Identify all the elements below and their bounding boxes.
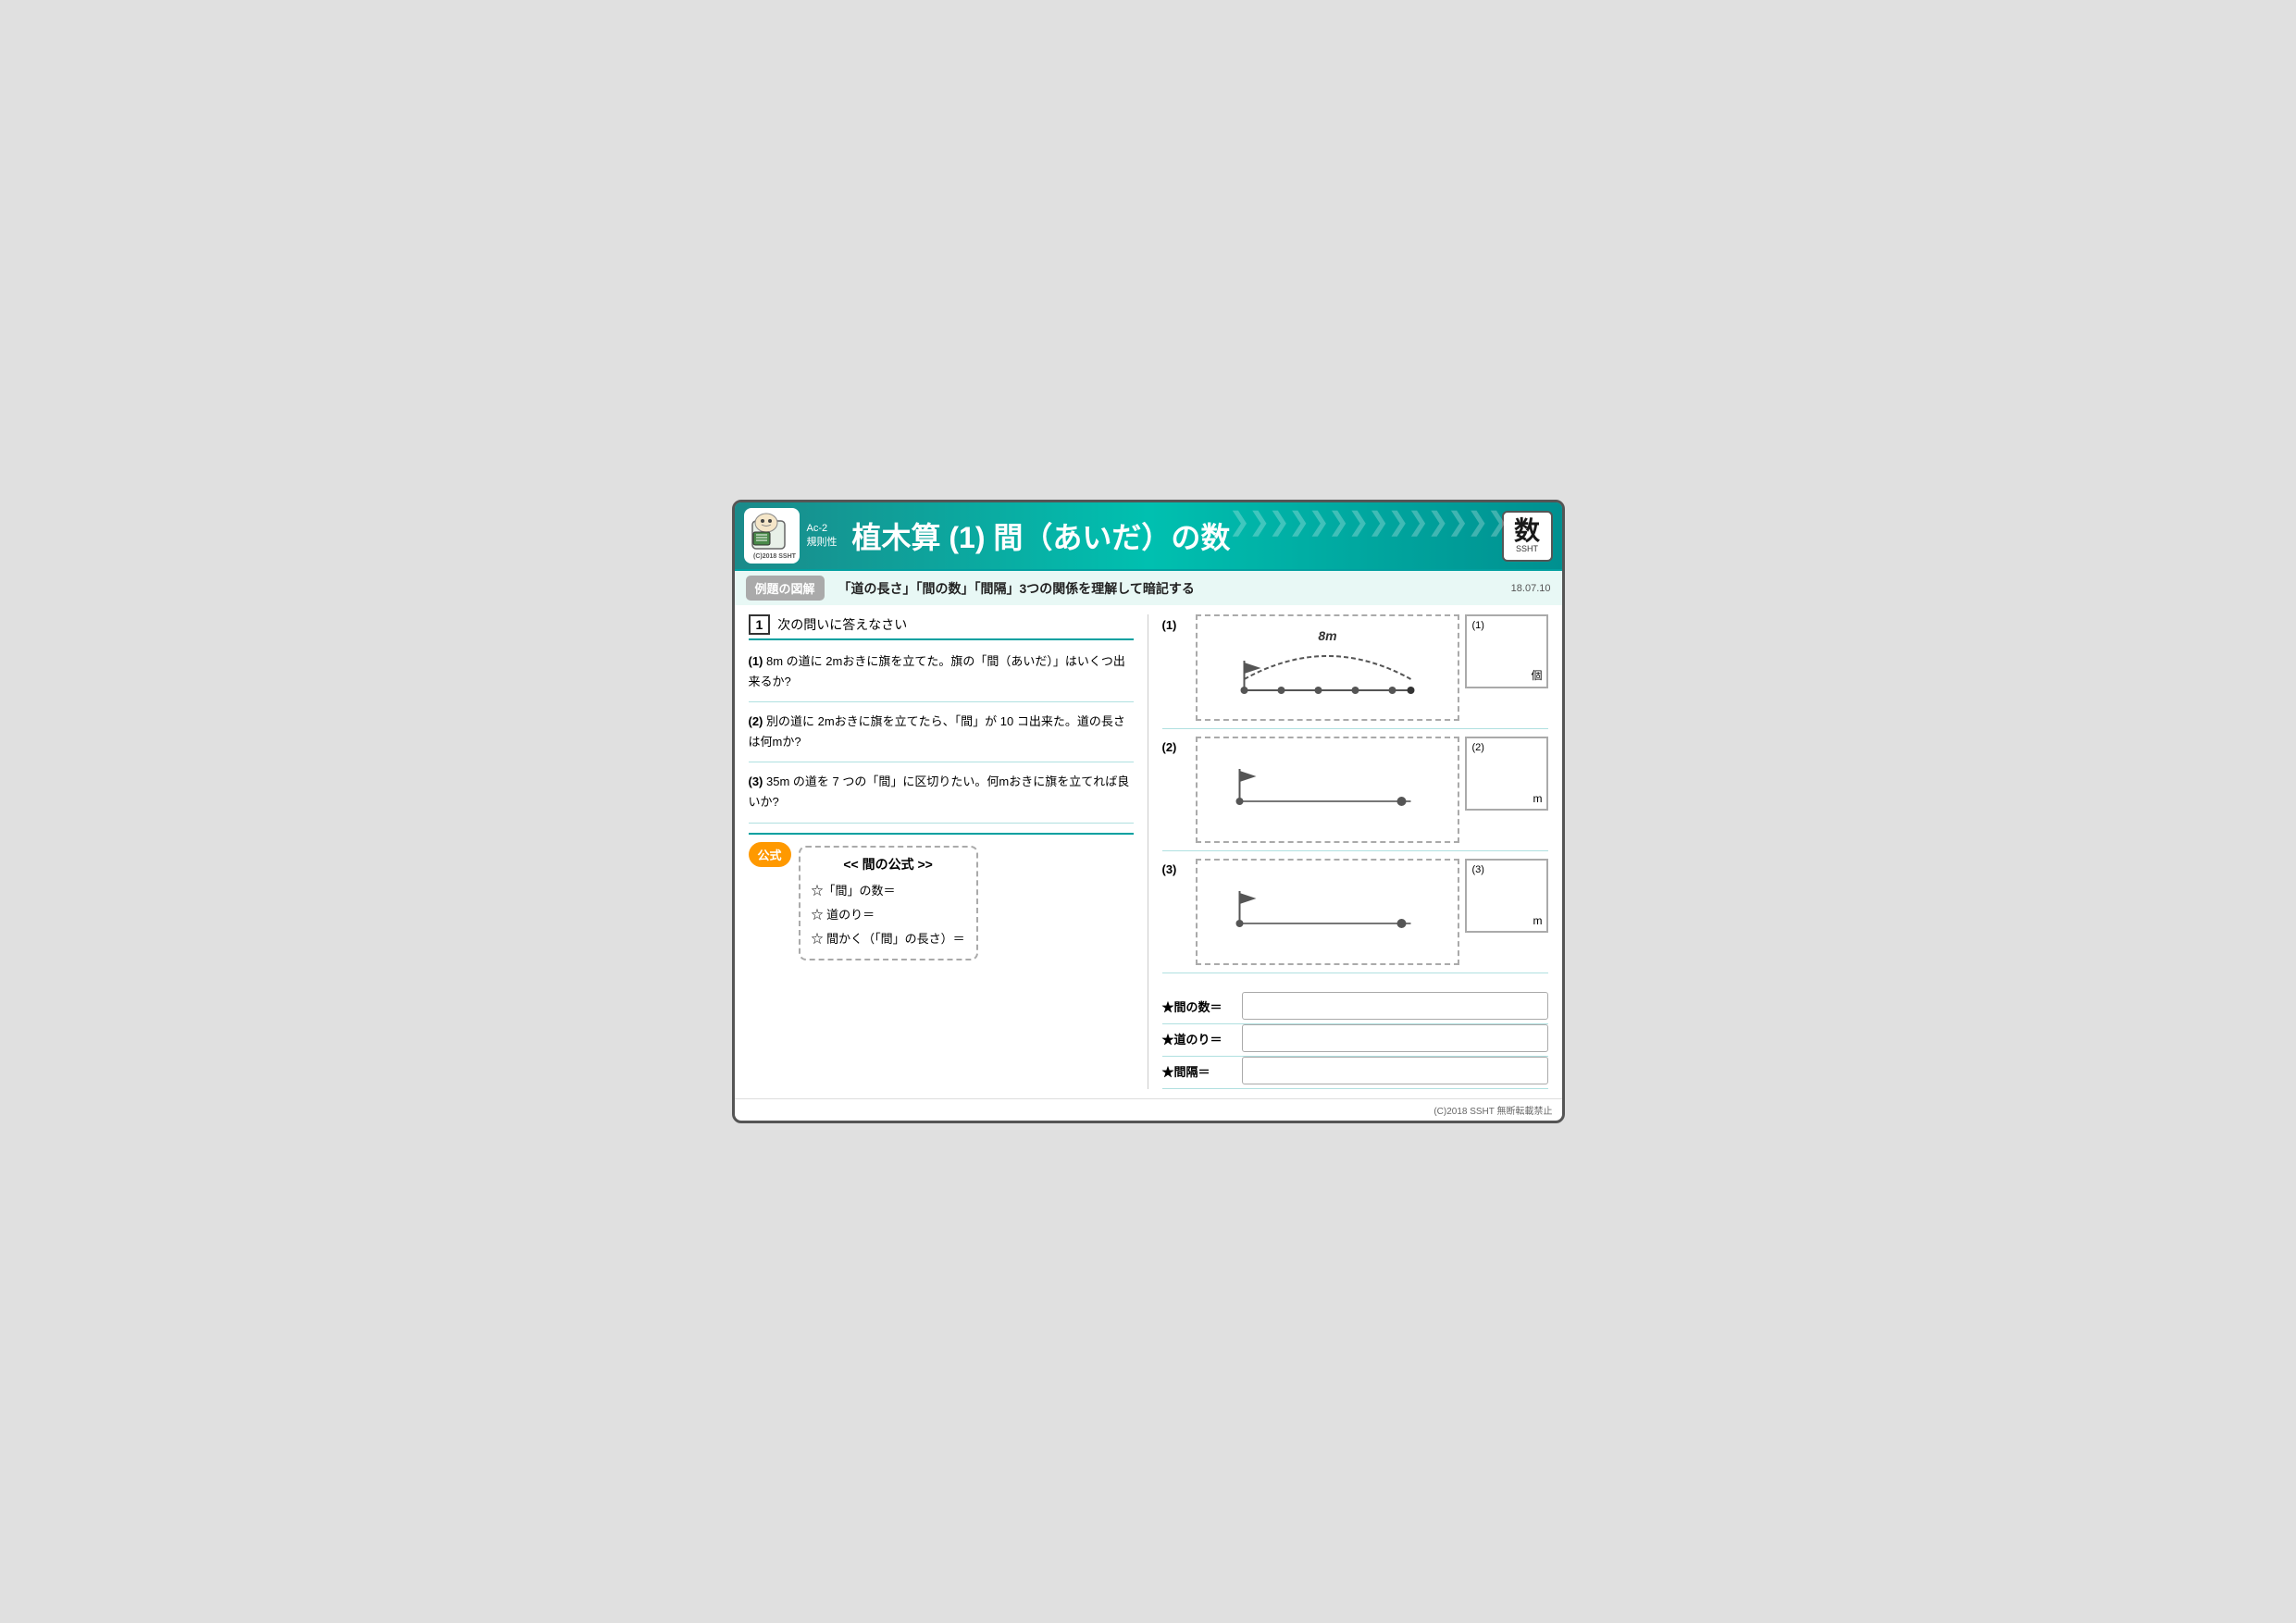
date-label: 18.07.10 (1511, 583, 1551, 594)
question-2-block: (2) 別の道に 2mおきに旗を立てたら、「間」が 10 コ出来た。道の長さは何… (749, 708, 1134, 762)
diagram-row-1: (1) 8m (1162, 614, 1548, 729)
q3-label: (3) (749, 774, 763, 788)
subject-badge: 数 SSHT (1502, 511, 1553, 562)
answer-box-3: (3) m (1465, 859, 1548, 933)
svg-text:8m: 8m (1318, 628, 1336, 643)
answer-box-2: (2) m (1465, 737, 1548, 811)
q1-text: 8m の道に 2mおきに旗を立てた。旗の「間（あいだ）」はいくつ出来るか? (749, 654, 1125, 688)
formula-input-label-2: ★道のり＝ (1162, 1030, 1236, 1047)
question-1-block: (1) 8m の道に 2mおきに旗を立てた。旗の「間（あいだ）」はいくつ出来るか… (749, 648, 1134, 702)
worksheet-page: (C)2018 SSHT Ac-2 規則性 植木算 (1) 間（あいだ）の数 数… (732, 500, 1565, 1123)
formula-content: 公式 << 間の公式 >> ☆「間」の数＝ ☆ 道のり＝ ☆ 間かく（「間」の長… (749, 842, 1134, 960)
logo-box: (C)2018 SSHT (744, 508, 800, 564)
section-title: 次の問いに答えなさい (777, 615, 907, 634)
kazu-char: 数 (1514, 518, 1540, 544)
diag-3-box (1196, 859, 1459, 965)
diagram-area: (1) 8m (1162, 614, 1548, 1089)
subject-label: 規則性 (807, 534, 838, 549)
formula-input-row-2: ★道のり＝ (1162, 1024, 1548, 1057)
svg-text:(C)2018 SSHT: (C)2018 SSHT (753, 553, 796, 560)
answer-num-3: (3) (1472, 864, 1484, 875)
formula-section: 公式 << 間の公式 >> ☆「間」の数＝ ☆ 道のり＝ ☆ 間かく（「間」の長… (749, 833, 1134, 960)
formula-box: << 間の公式 >> ☆「間」の数＝ ☆ 道のり＝ ☆ 間かく（「間」の長さ）＝ (799, 846, 978, 960)
formula-line-3: ☆ 間かく（「間」の長さ）＝ (812, 927, 965, 951)
formula-input-2[interactable] (1242, 1024, 1548, 1052)
diag-1-svg: 8m (1205, 624, 1450, 707)
copyright-notice: (C)2018 SSHT 無断転載禁止 (735, 1098, 1562, 1121)
code-label: Ac-2 (807, 523, 838, 534)
formula-input-3[interactable] (1242, 1057, 1548, 1084)
formula-input-row-1: ★間の数＝ (1162, 992, 1548, 1024)
right-column: (1) 8m (1148, 614, 1548, 1089)
kazu-sub: SSHT (1516, 544, 1538, 553)
left-column: 1 次の問いに答えなさい (1) 8m の道に 2mおきに旗を立てた。旗の「間（… (749, 614, 1148, 1089)
formula-input-row-3: ★間隔＝ (1162, 1057, 1548, 1089)
question-1-text: (1) 8m の道に 2mおきに旗を立てた。旗の「間（あいだ）」はいくつ出来るか… (749, 648, 1134, 696)
question-2-text: (2) 別の道に 2mおきに旗を立てたら、「間」が 10 コ出来た。道の長さは何… (749, 708, 1134, 756)
answer-unit-2: m (1533, 792, 1543, 805)
main-content: 1 次の問いに答えなさい (1) 8m の道に 2mおきに旗を立てた。旗の「間（… (735, 605, 1562, 1098)
diag-3-num: (3) (1162, 859, 1190, 876)
content-grid: 1 次の問いに答えなさい (1) 8m の道に 2mおきに旗を立てた。旗の「間（… (749, 614, 1548, 1089)
header-top: (C)2018 SSHT Ac-2 規則性 植木算 (1) 間（あいだ）の数 数… (735, 502, 1562, 569)
formula-input-label-1: ★間の数＝ (1162, 997, 1236, 1015)
diag-2-svg (1205, 746, 1450, 829)
page-header: (C)2018 SSHT Ac-2 規則性 植木算 (1) 間（あいだ）の数 数… (735, 502, 1562, 605)
formula-badge: 公式 (749, 842, 791, 867)
formula-input-label-3: ★間隔＝ (1162, 1062, 1236, 1080)
diag-3-svg (1205, 868, 1450, 951)
diagram-row-2: (2) (1162, 737, 1548, 851)
diag-1-box: 8m (1196, 614, 1459, 721)
diag-2-num: (2) (1162, 737, 1190, 754)
formula-line-2: ☆ 道のり＝ (812, 903, 965, 927)
section-number: 1 (749, 614, 771, 635)
diagram-row-3: (3) (1162, 859, 1548, 973)
page-title: 植木算 (1) 間（あいだ）の数 (852, 514, 1493, 557)
answer-num-1: (1) (1472, 620, 1484, 631)
q3-text: 35m の道を 7 つの「間」に区切りたい。何mおきに旗を立てれば良いか? (749, 774, 1130, 809)
formula-input-1[interactable] (1242, 992, 1548, 1020)
code-block: Ac-2 規則性 (807, 523, 843, 549)
answer-unit-1: 個 (1531, 667, 1542, 683)
q1-label: (1) (749, 654, 763, 668)
answer-unit-3: m (1533, 914, 1543, 927)
formula-inputs: ★間の数＝ ★道のり＝ ★間隔＝ (1162, 992, 1548, 1089)
q2-text: 別の道に 2mおきに旗を立てたら、「間」が 10 コ出来た。道の長さは何mか? (749, 714, 1125, 749)
diag-2-box (1196, 737, 1459, 843)
diag-1-num: (1) (1162, 614, 1190, 632)
q2-label: (2) (749, 714, 763, 728)
reidai-badge: 例題の図解 (746, 576, 825, 601)
section-header: 1 次の問いに答えなさい (749, 614, 1134, 640)
formula-line-1: ☆「間」の数＝ (812, 879, 965, 903)
header-description: 「道の長さ」「間の数」「間隔」3つの関係を理解して暗記する (838, 579, 1195, 598)
answer-box-1: (1) 個 (1465, 614, 1548, 688)
formula-title: << 間の公式 >> (812, 855, 965, 873)
answer-num-2: (2) (1472, 742, 1484, 753)
header-bottom: 例題の図解 「道の長さ」「間の数」「間隔」3つの関係を理解して暗記する 18.0… (735, 569, 1562, 605)
question-3-block: (3) 35m の道を 7 つの「間」に区切りたい。何mおきに旗を立てれば良いか… (749, 768, 1134, 823)
question-3-text: (3) 35m の道を 7 つの「間」に区切りたい。何mおきに旗を立てれば良いか… (749, 768, 1134, 816)
